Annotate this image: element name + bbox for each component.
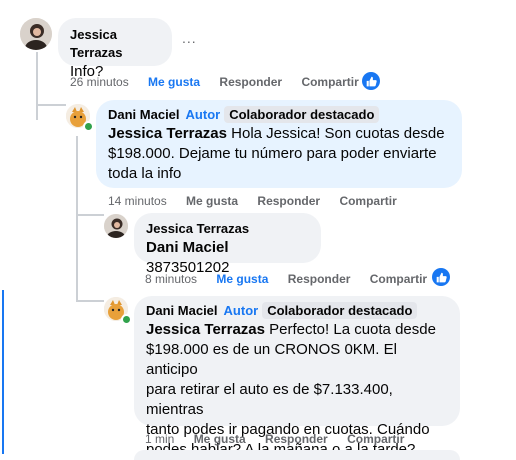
reply-button[interactable]: Responder — [265, 432, 328, 446]
like-reaction-icon[interactable] — [432, 268, 450, 286]
like-button[interactable]: Me gusta — [148, 75, 200, 89]
comment-author[interactable]: Jessica Terrazas — [70, 26, 160, 62]
comment-bubble: Jessica Terrazas Info? — [58, 18, 172, 80]
author-tag: Autor — [185, 107, 221, 122]
thread-line — [76, 226, 78, 300]
share-button[interactable]: Compartir — [301, 75, 358, 89]
thread-branch — [36, 104, 66, 106]
mention-link[interactable]: Dani Maciel — [146, 239, 229, 256]
top-contributor-badge: Colaborador destacado — [224, 106, 380, 123]
mention-link[interactable]: Jessica Terrazas — [146, 321, 265, 338]
comment-timestamp[interactable]: 8 minutos — [145, 272, 197, 286]
online-status-dot — [83, 121, 94, 132]
like-reaction-icon[interactable] — [362, 72, 380, 90]
thread-line — [36, 52, 38, 120]
like-button[interactable]: Me gusta — [216, 272, 268, 286]
comment-author[interactable]: Dani Maciel — [146, 303, 218, 318]
focus-indicator — [2, 290, 4, 454]
online-status-dot — [121, 314, 132, 325]
thread-line — [76, 136, 78, 226]
author-tag: Autor — [223, 303, 259, 318]
comment-timestamp[interactable]: 26 minutos — [70, 75, 129, 89]
comment-timestamp[interactable]: 1 min — [145, 432, 174, 446]
reply-button[interactable]: Responder — [288, 272, 351, 286]
thread-branch — [76, 214, 104, 216]
like-button[interactable]: Me gusta — [186, 194, 238, 208]
comment-actions: 8 minutos Me gusta Responder Compartir — [145, 272, 443, 286]
comment-author[interactable]: Dani Maciel — [108, 107, 180, 122]
top-contributor-badge: Colaborador destacado — [262, 302, 418, 319]
avatar[interactable] — [104, 214, 128, 238]
comment-bubble: Dani Maciel Autor Colaborador destacado Je… — [134, 296, 460, 458]
person-avatar-icon — [20, 18, 52, 50]
comment-bubble: Jessica Terrazas Dani Maciel 3873501202 — [134, 213, 321, 276]
person-avatar-icon — [104, 214, 128, 238]
comment-bubble: Dani Maciel Autor Colaborador destacado Je… — [96, 100, 462, 188]
comment-author[interactable]: Jessica Terrazas — [146, 220, 309, 238]
share-button[interactable]: Compartir — [339, 194, 396, 208]
reply-button[interactable]: Responder — [257, 194, 320, 208]
avatar[interactable] — [20, 18, 52, 50]
share-button[interactable]: Compartir — [347, 432, 404, 446]
share-button[interactable]: Compartir — [370, 272, 427, 286]
reply-button[interactable]: Responder — [219, 75, 282, 89]
thread-branch — [76, 300, 104, 302]
comment-input-box[interactable] — [134, 450, 460, 460]
comment-timestamp[interactable]: 14 minutos — [108, 194, 167, 208]
more-options-icon[interactable]: ... — [182, 30, 197, 46]
like-button[interactable]: Me gusta — [194, 432, 246, 446]
comment-text: Jessica Terrazas Hola Jessica! Son cuota… — [108, 125, 445, 182]
comment-actions: 1 min Me gusta Responder Compartir — [145, 432, 420, 446]
comment-actions: 14 minutos Me gusta Responder Compartir — [108, 194, 413, 208]
mention-link[interactable]: Jessica Terrazas — [108, 125, 227, 142]
comment-actions: 26 minutos Me gusta Responder Compartir — [70, 75, 375, 89]
